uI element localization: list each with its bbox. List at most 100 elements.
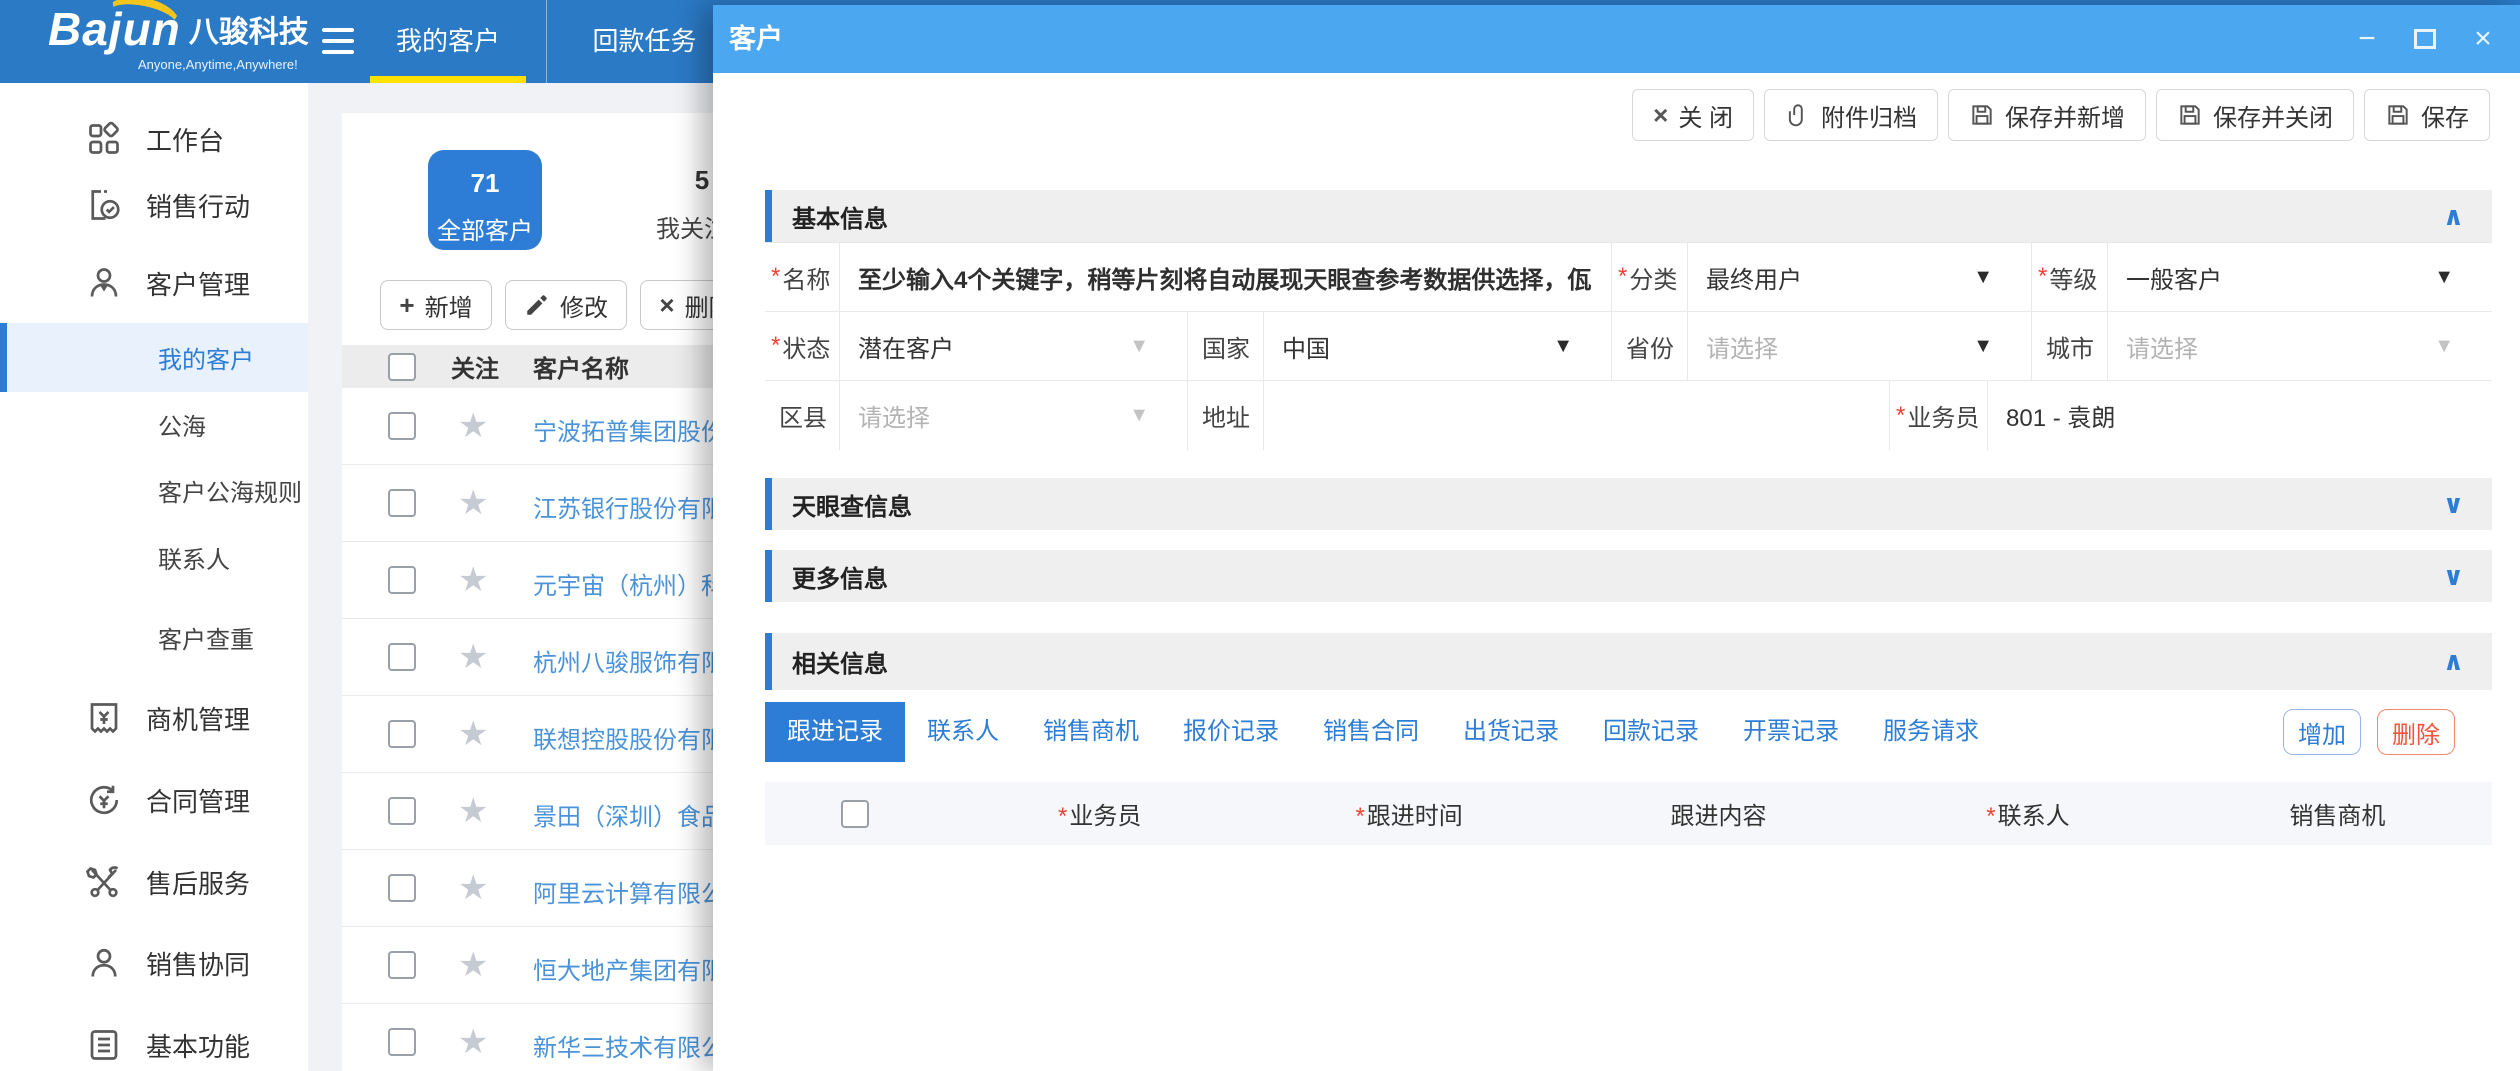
tab-sales-contracts[interactable]: 销售合同 bbox=[1301, 702, 1441, 762]
stat-label: 全部客户 bbox=[428, 211, 542, 246]
sidebar-subitem-public-sea[interactable]: 公海 bbox=[0, 400, 308, 448]
attachment-button-label: 附件归档 bbox=[1821, 98, 1917, 133]
star-icon[interactable]: ★ bbox=[458, 483, 488, 523]
star-icon[interactable]: ★ bbox=[458, 1022, 488, 1062]
close-icon[interactable]: × bbox=[2468, 24, 2498, 54]
name-input[interactable]: 至少输入4个关键字，稍等片刻将自动展现天眼查参考数据供选择，佤 bbox=[840, 243, 1612, 311]
row-checkbox[interactable] bbox=[388, 489, 416, 517]
tab-payment-records[interactable]: 回款记录 bbox=[1581, 702, 1721, 762]
add-record-button[interactable]: 增加 bbox=[2283, 709, 2361, 755]
tab-service-requests[interactable]: 服务请求 bbox=[1861, 702, 2001, 762]
row-checkbox[interactable] bbox=[388, 797, 416, 825]
chevron-down-icon[interactable]: ∨ bbox=[2443, 489, 2464, 520]
tab-contacts[interactable]: 联系人 bbox=[905, 702, 1021, 762]
chevron-up-icon[interactable]: ∧ bbox=[2443, 646, 2464, 677]
sidebar-item-after-sales[interactable]: 售后服务 bbox=[0, 858, 308, 906]
country-select[interactable]: 中国▼ bbox=[1264, 312, 1612, 380]
star-icon[interactable]: ★ bbox=[458, 714, 488, 754]
tab-follow-up-records[interactable]: 跟进记录 bbox=[765, 702, 905, 762]
category-select[interactable]: 最终用户▼ bbox=[1688, 243, 2032, 311]
level-select[interactable]: 一般客户▼ bbox=[2108, 243, 2492, 311]
minimize-icon[interactable]: − bbox=[2352, 24, 2382, 54]
stat-all-customers[interactable]: 71 全部客户 bbox=[428, 150, 542, 250]
chevron-down-icon[interactable]: ∨ bbox=[2443, 561, 2464, 592]
salesman-field[interactable]: 801 - 袁朗 bbox=[1988, 381, 2492, 450]
close-x-icon: × bbox=[1653, 100, 1668, 131]
maximize-icon[interactable] bbox=[2410, 24, 2440, 54]
close-button[interactable]: × 关 闭 bbox=[1632, 89, 1754, 141]
chevron-down-icon: ▼ bbox=[1973, 335, 1993, 358]
sidebar-item-customer-management[interactable]: 客户管理 bbox=[0, 259, 308, 307]
edit-customer-button[interactable]: 修改 bbox=[505, 280, 627, 330]
address-input[interactable] bbox=[1264, 381, 1890, 450]
stat-value: 71 bbox=[428, 168, 542, 199]
district-select[interactable]: 请选择▼ bbox=[840, 381, 1188, 450]
salesman-value: 801 - 袁朗 bbox=[2006, 398, 2115, 433]
status-select[interactable]: 潜在客户▼ bbox=[840, 312, 1188, 380]
customer-management-icon bbox=[86, 265, 122, 301]
star-icon[interactable]: ★ bbox=[458, 791, 488, 831]
chevron-down-icon: ▼ bbox=[1129, 404, 1149, 427]
list-action-bar: + 新增 修改 × 删除 bbox=[380, 280, 752, 330]
close-button-label: 关 闭 bbox=[1678, 98, 1733, 133]
province-placeholder: 请选择 bbox=[1706, 329, 1778, 364]
sidebar-item-sales-collaboration[interactable]: 销售协同 bbox=[0, 939, 308, 987]
pencil-icon bbox=[524, 292, 550, 318]
save-button[interactable]: 保存 bbox=[2364, 89, 2490, 141]
basic-functions-icon bbox=[86, 1027, 122, 1063]
add-customer-button[interactable]: + 新增 bbox=[380, 280, 492, 330]
tab-shipment-records[interactable]: 出货记录 bbox=[1441, 702, 1581, 762]
required-asterisk: * bbox=[2038, 263, 2047, 291]
tab-sales-opportunities[interactable]: 销售商机 bbox=[1021, 702, 1161, 762]
related-table-header: *业务员 *跟进时间 跟进内容 *联系人 销售商机 bbox=[765, 782, 2492, 845]
modal-title: 客户 bbox=[729, 5, 783, 73]
related-select-all-checkbox[interactable] bbox=[841, 800, 869, 828]
chevron-up-icon[interactable]: ∧ bbox=[2443, 201, 2464, 232]
row-checkbox[interactable] bbox=[388, 720, 416, 748]
save-floppy-icon bbox=[2385, 102, 2411, 128]
column-follow-up-content: 跟进内容 bbox=[1564, 796, 1873, 831]
select-all-checkbox[interactable] bbox=[388, 353, 416, 381]
city-select[interactable]: 请选择▼ bbox=[2108, 312, 2492, 380]
tab-invoice-records[interactable]: 开票记录 bbox=[1721, 702, 1861, 762]
star-icon[interactable]: ★ bbox=[458, 406, 488, 446]
level-label: *等级 bbox=[2032, 243, 2108, 311]
sidebar-subitem-my-customers[interactable]: 我的客户 bbox=[0, 323, 308, 392]
related-actions: 增加 删除 bbox=[2283, 709, 2455, 755]
sidebar-item-sales-action[interactable]: 销售行动 bbox=[0, 181, 308, 229]
star-icon[interactable]: ★ bbox=[458, 637, 488, 677]
sidebar-item-basic-functions[interactable]: 基本功能 bbox=[0, 1021, 308, 1069]
save-and-close-button[interactable]: 保存并关闭 bbox=[2156, 89, 2354, 141]
row-checkbox[interactable] bbox=[388, 566, 416, 594]
sidebar: 工作台 销售行动 客户管理 我的客户 公海 客户公海规则 联系人 客户查重 商机… bbox=[0, 83, 308, 1071]
attachment-archive-button[interactable]: 附件归档 bbox=[1764, 89, 1938, 141]
sidebar-subitem-label: 客户公海规则 bbox=[158, 473, 302, 508]
sidebar-subitem-public-sea-rules[interactable]: 客户公海规则 bbox=[0, 466, 308, 514]
sidebar-subitem-duplicate-check[interactable]: 客户查重 bbox=[0, 613, 308, 661]
row-checkbox[interactable] bbox=[388, 643, 416, 671]
tab-quotation-records[interactable]: 报价记录 bbox=[1161, 702, 1301, 762]
province-select[interactable]: 请选择 ▼ bbox=[1688, 312, 2032, 380]
nav-tab-my-customers[interactable]: 我的客户 bbox=[350, 0, 546, 83]
sidebar-item-workbench[interactable]: 工作台 bbox=[0, 115, 308, 163]
district-label: 区县 bbox=[765, 381, 840, 450]
star-icon[interactable]: ★ bbox=[458, 945, 488, 985]
modal-header[interactable]: 客户 − × bbox=[713, 5, 2520, 73]
country-value: 中国 bbox=[1282, 329, 1330, 364]
delete-record-button[interactable]: 删除 bbox=[2377, 709, 2455, 755]
sidebar-subitem-contacts[interactable]: 联系人 bbox=[0, 533, 308, 581]
save-button-label: 保存 bbox=[2421, 98, 2469, 133]
row-checkbox[interactable] bbox=[388, 951, 416, 979]
row-checkbox[interactable] bbox=[388, 1028, 416, 1056]
sales-action-icon bbox=[86, 187, 122, 223]
row-checkbox[interactable] bbox=[388, 874, 416, 902]
star-icon[interactable]: ★ bbox=[458, 868, 488, 908]
star-icon[interactable]: ★ bbox=[458, 560, 488, 600]
row-checkbox[interactable] bbox=[388, 412, 416, 440]
save-and-new-button[interactable]: 保存并新增 bbox=[1948, 89, 2146, 141]
customer-modal: 客户 − × × 关 闭 附件归档 保存并新增 保存并关闭 bbox=[713, 5, 2520, 1071]
sidebar-item-opportunity-management[interactable]: 商机管理 bbox=[0, 694, 308, 742]
sidebar-item-contract-management[interactable]: 合同管理 bbox=[0, 776, 308, 824]
sidebar-item-label: 商机管理 bbox=[146, 700, 250, 737]
section-related-info: 相关信息 ∧ bbox=[765, 633, 2492, 690]
